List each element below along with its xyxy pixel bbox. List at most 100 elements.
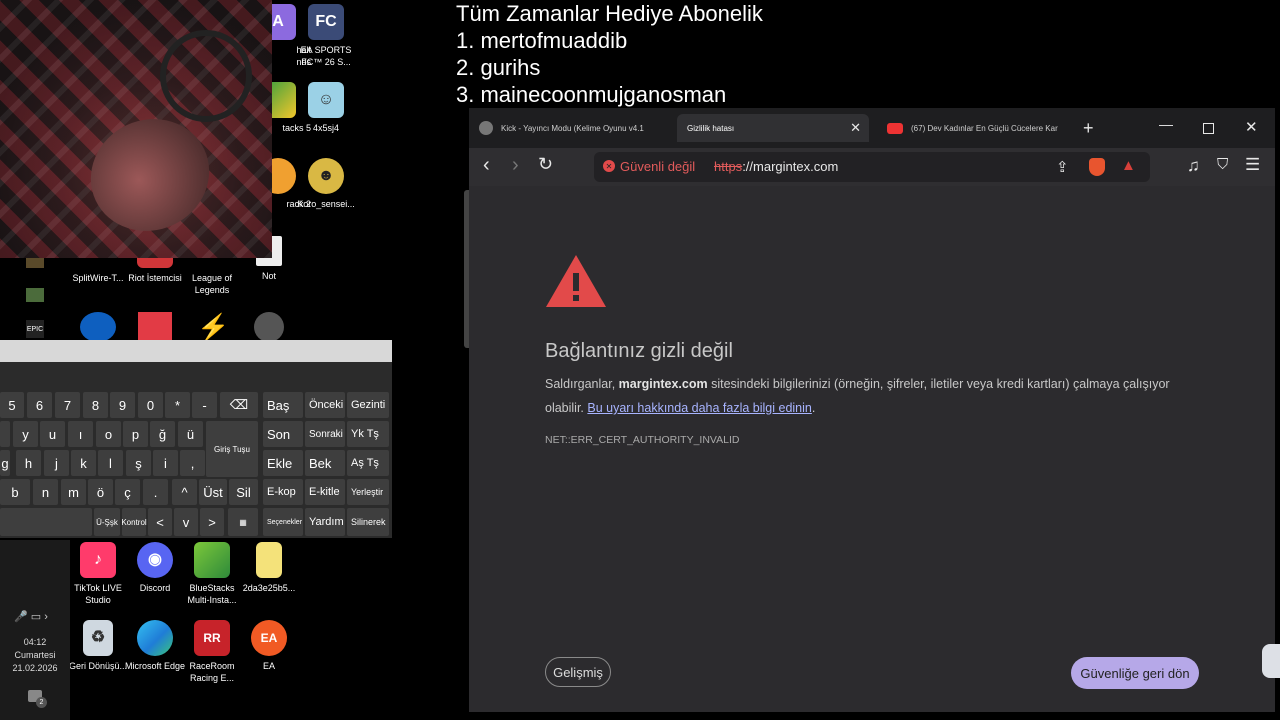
key-m[interactable]: m — [61, 479, 86, 505]
keyboard-title-bar[interactable] — [0, 340, 392, 362]
world-of-tanks-icon[interactable] — [254, 312, 284, 342]
tab-youtube[interactable]: (67) Dev Kadınlar En Güçlü Cücelere Kar — [887, 114, 1067, 142]
key-l[interactable]: l — [98, 450, 123, 476]
key-o[interactable]: o — [96, 421, 121, 447]
key-page-up[interactable]: Önceki — [305, 392, 345, 418]
share-icon[interactable]: ⇪ — [1056, 158, 1069, 176]
key-0[interactable]: 0 — [138, 392, 163, 418]
toolbar: ‹ › ↻ ✕ Güvenli değil https://margintex.… — [469, 148, 1275, 186]
back-to-safety-button[interactable]: Güvenliğe geri dön — [1071, 657, 1199, 689]
menu-icon[interactable]: ☰ — [1245, 155, 1260, 175]
key-dock[interactable]: Yerleştir — [347, 479, 389, 505]
key-u[interactable]: u — [40, 421, 65, 447]
key-up-arrow[interactable]: ^ — [172, 479, 197, 505]
close-tab-icon[interactable]: ✕ — [850, 120, 861, 136]
taskbar-clock[interactable]: 04:12 Cumartesi 21.02.2026 — [0, 636, 70, 675]
url-scheme: https — [714, 159, 743, 174]
key-home[interactable]: Baş — [263, 392, 303, 418]
key-space[interactable] — [0, 508, 92, 536]
key-g[interactable]: g — [0, 450, 10, 476]
security-label[interactable]: Güvenli değil — [620, 159, 695, 174]
key-b[interactable]: b — [0, 479, 30, 505]
learn-more-link[interactable]: Bu uyarı hakkında daha fazla bilgi edini… — [587, 401, 811, 415]
tray-icons[interactable]: 🎤 ▭ › — [14, 610, 48, 623]
key-h[interactable]: h — [16, 450, 41, 476]
side-widget-icon[interactable] — [1262, 644, 1280, 678]
key-fade[interactable]: Silinerek — [347, 508, 389, 536]
key-end[interactable]: Son — [263, 421, 303, 447]
raceroom-icon: RR — [194, 620, 230, 656]
close-window-icon[interactable]: ✕ — [1245, 118, 1258, 136]
advanced-button[interactable]: Gelişmiş — [545, 657, 611, 687]
key-move-up[interactable]: Yk Tş — [347, 421, 389, 447]
key-control[interactable]: Kontrol — [121, 508, 147, 536]
small-app-icon[interactable] — [26, 288, 44, 302]
key-move-down[interactable]: Aş Tş — [347, 450, 389, 476]
key-period[interactable]: . — [143, 479, 168, 505]
key-8[interactable]: 8 — [83, 392, 108, 418]
key-p[interactable]: p — [123, 421, 148, 447]
tab-privacy-error[interactable]: Gizlilik hatası ✕ — [677, 114, 869, 142]
key-y[interactable]: y — [13, 421, 38, 447]
key-backspace[interactable]: ⌫ — [220, 392, 258, 418]
new-tab-icon[interactable]: + — [1083, 118, 1094, 139]
epic-games-icon[interactable]: EPIC — [26, 320, 44, 338]
tab-label: (67) Dev Kadınlar En Güçlü Cücelere Kar — [911, 123, 1058, 133]
desktop-icon-label: Not — [261, 271, 276, 281]
key-right-arrow[interactable]: > — [200, 508, 224, 536]
key-o-umlaut[interactable]: ö — [88, 479, 113, 505]
key-fn[interactable]: Ü-Şşk — [94, 508, 120, 536]
desktop-icon-koro-sensei[interactable]: ☻ Koro_sensei... — [293, 158, 359, 210]
key-6[interactable]: 6 — [27, 392, 52, 418]
key-7[interactable]: 7 — [55, 392, 80, 418]
reload-icon[interactable]: ↻ — [538, 154, 553, 175]
key-u-umlaut[interactable]: ü — [178, 421, 203, 447]
key-down-arrow[interactable]: v — [174, 508, 198, 536]
minimize-icon[interactable]: — — [1159, 116, 1173, 132]
key-insert[interactable]: Ekle — [263, 450, 303, 476]
key-page-down[interactable]: Sonraki — [305, 421, 345, 447]
desktop-icon-4x5sj4[interactable]: ☺ 4x5sj4 — [293, 82, 359, 134]
key-9[interactable]: 9 — [110, 392, 135, 418]
desktop-icon-ea[interactable]: EA EA — [236, 620, 302, 672]
brave-shields-icon[interactable] — [1089, 158, 1105, 176]
key-k[interactable]: k — [71, 450, 96, 476]
url-text[interactable]: https://margintex.com — [714, 159, 838, 174]
tab-kick[interactable]: Kick - Yayıncı Modu (Kelime Oyunu v4.1 — [479, 114, 674, 142]
key-asterisk[interactable]: * — [165, 392, 190, 418]
back-icon[interactable]: ‹ — [483, 154, 490, 177]
address-bar[interactable]: ✕ Güvenli değil https://margintex.com ⇪ … — [594, 152, 1150, 182]
key-g-breve[interactable]: ğ — [150, 421, 175, 447]
desktop-icon-ea-sports-fc[interactable]: FC EA SPORTS FC™ 26 S... — [293, 4, 359, 68]
key-s-cedilla[interactable]: ş — [126, 450, 151, 476]
key-scroll-lock[interactable]: E-kitle — [305, 479, 345, 505]
media-icon[interactable]: ♫ — [1187, 156, 1200, 176]
key-delete[interactable]: Sil — [229, 479, 258, 505]
vpn-shield-icon[interactable]: ⛉ — [1217, 156, 1228, 173]
desktop-icon-image-file[interactable]: 2da3e25b5... — [236, 542, 302, 594]
key-c-cedilla[interactable]: ç — [115, 479, 140, 505]
teamviewer-icon[interactable] — [80, 312, 116, 342]
maximize-icon[interactable] — [1203, 123, 1214, 134]
key-pause[interactable]: Bek — [305, 450, 345, 476]
brave-rewards-icon[interactable]: ▲ — [1121, 157, 1136, 174]
lightning-app-icon[interactable]: ⚡ — [197, 312, 229, 342]
valorant-icon[interactable] — [138, 312, 172, 342]
forward-icon[interactable]: › — [512, 154, 519, 177]
key-shift[interactable]: Üst — [199, 479, 227, 505]
key-dotless-i[interactable]: ı — [68, 421, 93, 447]
key-help[interactable]: Yardım — [305, 508, 345, 536]
key-minus[interactable]: - — [192, 392, 217, 418]
key-options[interactable]: Seçenekler — [263, 508, 303, 536]
key-n[interactable]: n — [33, 479, 58, 505]
key-enter[interactable]: Giriş Tuşu — [206, 421, 258, 477]
key-menu[interactable]: ▦ — [228, 508, 258, 536]
key-5[interactable]: 5 — [0, 392, 24, 418]
key-comma[interactable]: , — [180, 450, 205, 476]
key-j[interactable]: j — [44, 450, 69, 476]
key-left-arrow[interactable]: < — [148, 508, 172, 536]
key-print-screen[interactable]: E-kop — [263, 479, 303, 505]
key-navigation[interactable]: Gezinti — [347, 392, 389, 418]
key-i[interactable]: i — [153, 450, 178, 476]
key-t[interactable] — [0, 421, 10, 447]
